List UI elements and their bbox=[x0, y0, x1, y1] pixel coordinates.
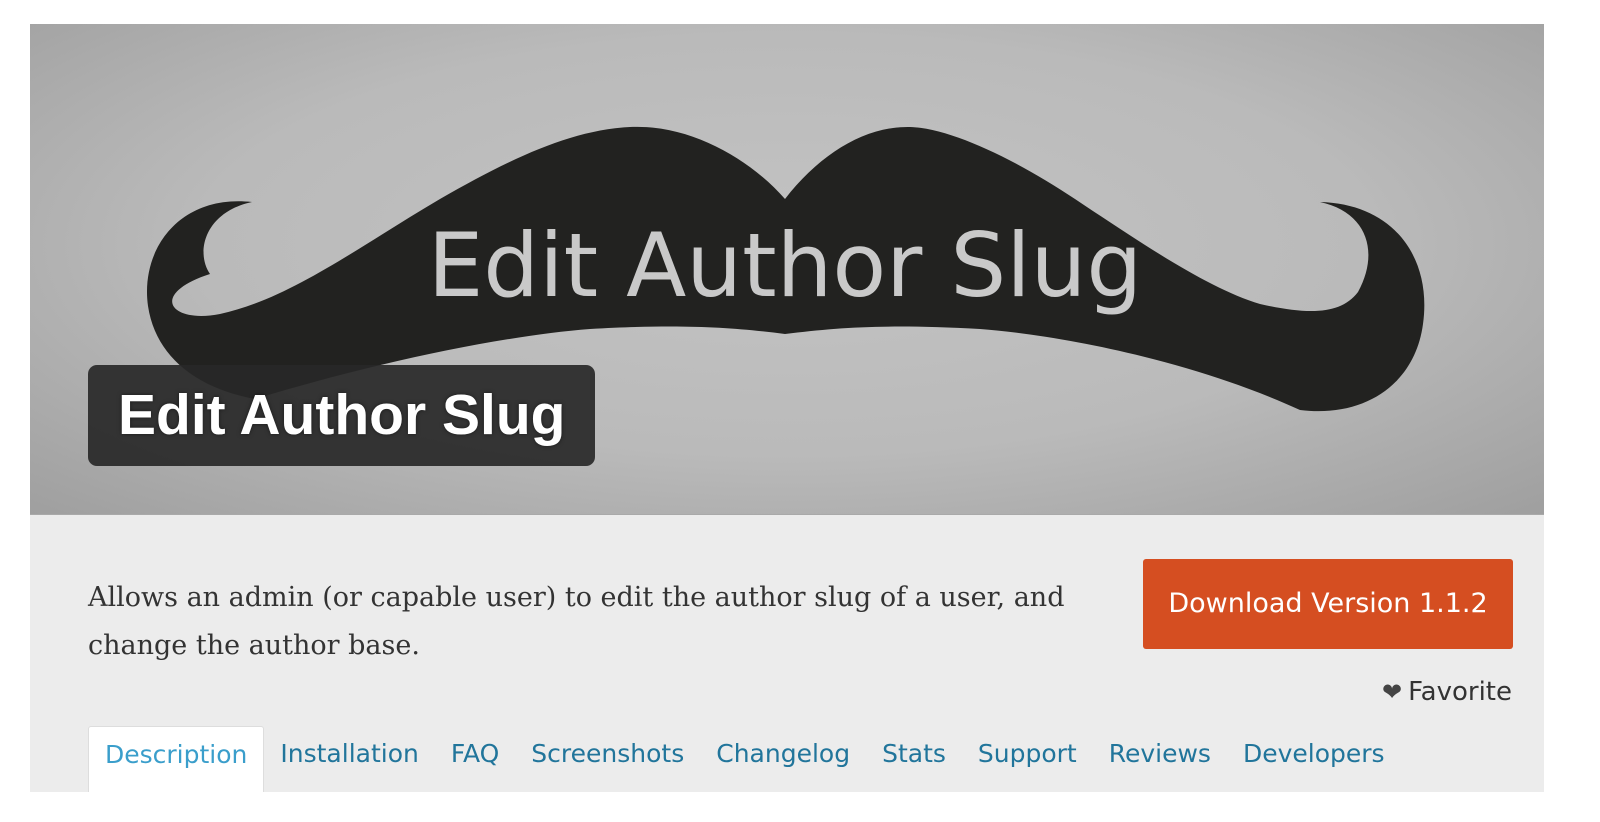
favorite-button[interactable]: ❤ Favorite bbox=[1382, 672, 1512, 712]
plugin-page: Edit Author Slug Edit Author Slug Allows… bbox=[30, 24, 1544, 792]
heart-icon: ❤ bbox=[1381, 678, 1403, 706]
tab-faq[interactable]: FAQ bbox=[435, 726, 515, 788]
tab-description[interactable]: Description bbox=[88, 726, 265, 792]
tab-changelog[interactable]: Changelog bbox=[700, 726, 866, 788]
plugin-banner: Edit Author Slug Edit Author Slug bbox=[30, 24, 1544, 515]
tab-screenshots[interactable]: Screenshots bbox=[515, 726, 700, 788]
tab-installation[interactable]: Installation bbox=[264, 726, 434, 788]
tab-stats[interactable]: Stats bbox=[866, 726, 962, 788]
download-button[interactable]: Download Version 1.1.2 bbox=[1143, 559, 1513, 649]
plugin-title: Edit Author Slug bbox=[88, 365, 596, 466]
tab-support[interactable]: Support bbox=[962, 726, 1093, 788]
tab-reviews[interactable]: Reviews bbox=[1093, 726, 1227, 788]
plugin-tabs: Description Installation FAQ Screenshots… bbox=[88, 726, 1401, 792]
artwork-title: Edit Author Slug bbox=[428, 214, 1143, 317]
plugin-summary: Allows an admin (or capable user) to edi… bbox=[88, 582, 1065, 661]
tab-developers[interactable]: Developers bbox=[1227, 726, 1401, 788]
favorite-label: Favorite bbox=[1408, 677, 1512, 707]
